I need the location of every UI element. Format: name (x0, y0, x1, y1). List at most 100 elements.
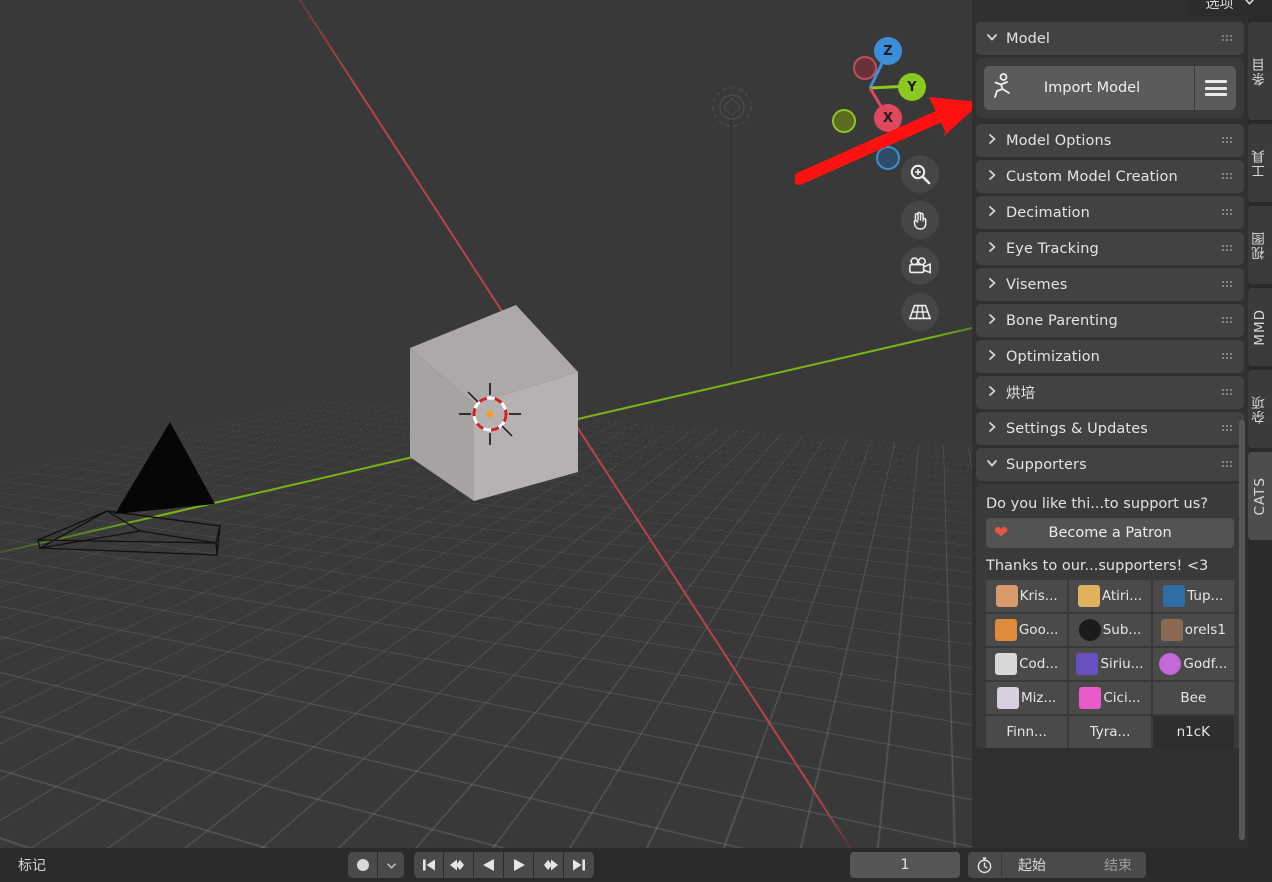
panel-grip[interactable] (1221, 424, 1234, 433)
gizmo-axis-neg-z[interactable] (876, 146, 900, 170)
sidebar-tab-tool[interactable]: 工具 (1248, 124, 1272, 202)
supporter-cell[interactable]: Siriu... (1069, 648, 1151, 680)
hand-icon[interactable] (901, 201, 939, 239)
gizmo-axis-y[interactable]: Y (898, 73, 926, 101)
supporter-cell[interactable]: Sub... (1069, 614, 1151, 646)
supporter-name: n1cK (1176, 724, 1211, 740)
sidebar-tab-view[interactable]: 视图 (1248, 206, 1272, 284)
marker-menu-label[interactable]: 标记 (18, 855, 46, 875)
panel-header-eye-tracking[interactable]: Eye Tracking (976, 232, 1244, 265)
sidebar-tab-cats[interactable]: CATS (1248, 452, 1272, 540)
current-frame-field[interactable]: 1 (850, 852, 960, 878)
viewport-tool-buttons[interactable] (901, 155, 939, 331)
panel-grip[interactable] (1221, 172, 1234, 181)
panel-grip[interactable] (1221, 34, 1234, 43)
frame-end-label[interactable]: 结束 (1060, 855, 1146, 875)
play-icon[interactable] (504, 852, 534, 878)
sidebar-tabstrip[interactable]: 条目 工具 视图 MMD 杂项 CATS (1248, 0, 1272, 848)
panel-grip[interactable] (1221, 316, 1234, 325)
panel-grip[interactable] (1221, 136, 1234, 145)
become-a-patron-button[interactable]: ❤ Become a Patron (986, 518, 1234, 548)
supporter-cell[interactable]: Finn... (986, 716, 1068, 748)
panel-header-baking[interactable]: 烘培 (976, 376, 1244, 409)
cats-sidebar[interactable]: Model Import Model Model Options Custom … (972, 0, 1248, 848)
gizmo-axis-neg-x[interactable] (853, 56, 877, 80)
prev-keyframe-icon[interactable] (444, 852, 474, 878)
panel-grip[interactable] (1221, 352, 1234, 361)
import-model-menu-button[interactable] (1194, 66, 1236, 110)
viewport-options-dropdown[interactable]: 选项 (1188, 0, 1272, 16)
supporter-cell[interactable]: Atiri... (1069, 580, 1151, 612)
gizmo-axis-x[interactable]: X (874, 104, 902, 132)
record-group[interactable] (348, 852, 404, 878)
gizmo-axis-z[interactable]: Z (874, 37, 902, 65)
panel-title-custom-model-creation: Custom Model Creation (1006, 168, 1178, 185)
sidebar-scrollbar-thumb[interactable] (1239, 420, 1245, 840)
sidebar-tab-view-label: 视图 (1252, 230, 1268, 260)
3d-viewport[interactable]: Z Y X (0, 0, 972, 848)
supporter-cell[interactable]: orels1 (1152, 614, 1234, 646)
avatar (1159, 653, 1182, 675)
frame-start-label[interactable]: 起始 (1002, 855, 1060, 875)
sidebar-tab-misc[interactable]: 杂项 (1248, 370, 1272, 448)
panel-header-bone-parenting[interactable]: Bone Parenting (976, 304, 1244, 337)
panel-grip[interactable] (1221, 208, 1234, 217)
frame-range-group[interactable]: 起始 结束 (968, 852, 1146, 878)
panel-header-settings-updates[interactable]: Settings & Updates (976, 412, 1244, 445)
import-model-button[interactable]: Import Model (984, 66, 1194, 110)
supporter-name: Cici... (1103, 690, 1141, 706)
record-dot-icon[interactable] (348, 852, 378, 878)
panel-header-model-options[interactable]: Model Options (976, 124, 1244, 157)
supporter-name: Tup... (1187, 588, 1224, 604)
camera-object[interactable] (30, 418, 240, 573)
panel-title-decimation: Decimation (1006, 204, 1090, 221)
panel-header-model[interactable]: Model (976, 22, 1244, 55)
supporter-cell[interactable]: Tup... (1152, 580, 1234, 612)
chevron-down-icon[interactable] (378, 852, 404, 878)
grid-icon[interactable] (901, 293, 939, 331)
next-keyframe-icon[interactable] (534, 852, 564, 878)
panel-grip[interactable] (1221, 388, 1234, 397)
panel-header-custom-model-creation[interactable]: Custom Model Creation (976, 160, 1244, 193)
supporter-cell[interactable]: Cici... (1069, 682, 1151, 714)
panel-header-decimation[interactable]: Decimation (976, 196, 1244, 229)
chevron-right-icon (986, 205, 1002, 221)
panel-grip[interactable] (1221, 460, 1234, 469)
supporter-cell[interactable]: Goo... (986, 614, 1068, 646)
supporter-cell[interactable]: Kris... (986, 580, 1068, 612)
navigation-gizmo[interactable]: Z Y X (810, 26, 930, 170)
panel-grip[interactable] (1221, 244, 1234, 253)
stopwatch-icon (968, 852, 1002, 878)
supporter-cell[interactable]: n1cK (1152, 716, 1234, 748)
light-stem (730, 110, 731, 370)
import-model-row[interactable]: Import Model (984, 66, 1236, 110)
gizmo-axis-neg-y[interactable] (832, 109, 856, 133)
camera-icon[interactable] (901, 247, 939, 285)
play-reverse-icon[interactable] (474, 852, 504, 878)
light-object[interactable] (706, 82, 758, 132)
sidebar-tab-item[interactable]: 条目 (1248, 22, 1272, 120)
supporter-name: Miz... (1020, 690, 1057, 706)
skip-back-icon[interactable] (414, 852, 444, 878)
timeline-controls[interactable] (348, 848, 594, 882)
chevron-right-icon (986, 133, 1002, 149)
sidebar-tab-item-label: 条目 (1252, 56, 1268, 86)
supporter-cell[interactable]: Miz... (986, 682, 1068, 714)
supporter-cell[interactable]: Tyra... (1069, 716, 1151, 748)
zoom-icon[interactable] (901, 155, 939, 193)
playback-group[interactable] (414, 852, 594, 878)
supporter-cell[interactable]: Bee (1152, 682, 1234, 714)
panel-grip[interactable] (1221, 280, 1234, 289)
skip-forward-icon[interactable] (564, 852, 594, 878)
supporter-cell[interactable]: Cod... (986, 648, 1068, 680)
supporter-cell[interactable]: Godf... (1152, 648, 1234, 680)
avatar (1077, 585, 1100, 607)
sidebar-tab-mmd[interactable]: MMD (1248, 288, 1272, 366)
panel-header-optimization[interactable]: Optimization (976, 340, 1244, 373)
panel-title-model: Model (1006, 30, 1051, 47)
chevron-down-icon (986, 31, 1002, 47)
supporters-grid[interactable]: Kris... Atiri... Tup... Goo... Sub... or… (986, 580, 1234, 748)
panel-header-supporters[interactable]: Supporters (976, 448, 1244, 481)
cube-object[interactable] (404, 305, 584, 515)
panel-header-visemes[interactable]: Visemes (976, 268, 1244, 301)
